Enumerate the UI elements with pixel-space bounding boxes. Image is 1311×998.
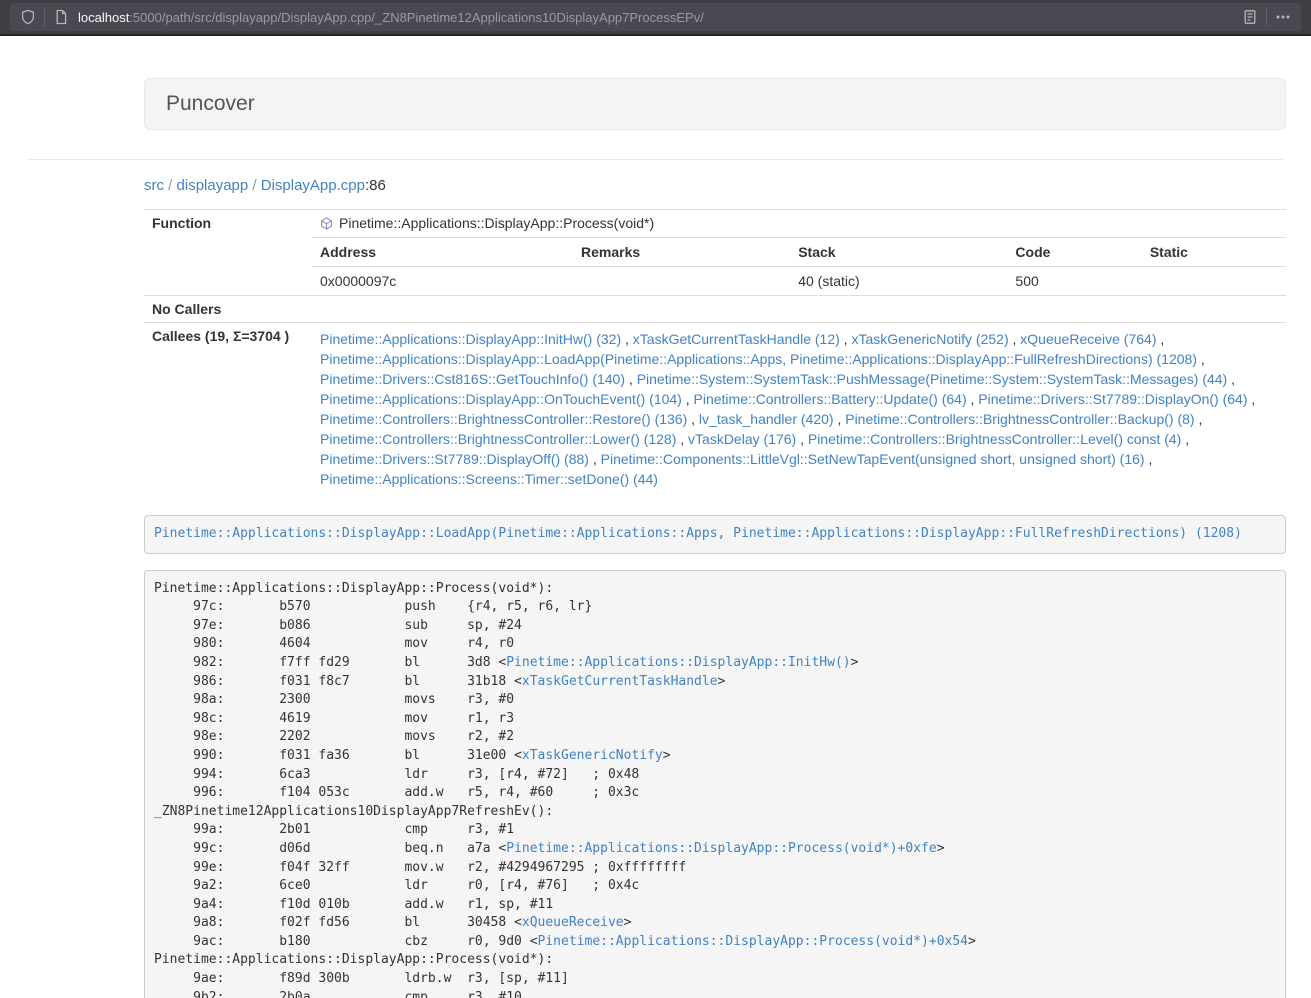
callee-link[interactable]: Pinetime::Controllers::Battery::Update()… — [694, 391, 967, 407]
callee-separator: , — [1195, 411, 1203, 427]
stats-column-header: Static — [1142, 238, 1286, 267]
breadcrumb-link[interactable]: src — [144, 177, 164, 194]
callee-link[interactable]: Pinetime::System::SystemTask::PushMessag… — [637, 371, 1228, 387]
callee-link[interactable]: lv_task_handler (420) — [699, 411, 834, 427]
callee-separator: , — [1248, 391, 1256, 407]
code-symbol-link[interactable]: Pinetime::Applications::DisplayApp::Init… — [506, 655, 850, 670]
code-symbol-link[interactable]: Pinetime::Applications::DisplayApp::Proc… — [538, 934, 968, 949]
callee-separator: , — [796, 431, 808, 447]
loadapp-snippet-link[interactable]: Pinetime::Applications::DisplayApp::Load… — [154, 526, 1242, 541]
stats-value-cell — [573, 267, 790, 296]
function-row-label: Function — [144, 210, 312, 238]
callee-separator: , — [625, 371, 637, 387]
callee-separator: , — [1156, 331, 1164, 347]
function-symbol-name: Pinetime::Applications::DisplayApp::Proc… — [339, 215, 654, 231]
callee-link[interactable]: xQueueReceive (764) — [1020, 331, 1156, 347]
callee-link[interactable]: Pinetime::Applications::Screens::Timer::… — [320, 471, 658, 487]
callee-link[interactable]: Pinetime::Components::LittleVgl::SetNewT… — [601, 451, 1145, 467]
code-symbol-link[interactable]: xTaskGetCurrentTaskHandle — [522, 674, 718, 689]
stats-column-header: Remarks — [573, 238, 790, 267]
function-stats-table: AddressRemarksStackCodeStatic 0x0000097c… — [312, 237, 1286, 295]
callee-separator: , — [687, 411, 699, 427]
callee-separator: , — [834, 411, 846, 427]
breadcrumb-line-number: :86 — [365, 177, 386, 194]
callees-label: Callees (19, Σ=3704 ) — [144, 323, 312, 496]
page-actions-menu-icon[interactable] — [1275, 9, 1291, 25]
callee-link[interactable]: xTaskGetCurrentTaskHandle (12) — [633, 331, 840, 347]
callee-separator: , — [840, 331, 852, 347]
callee-separator: , — [967, 391, 979, 407]
callee-separator: , — [621, 331, 633, 347]
callee-link[interactable]: Pinetime::Drivers::St7789::DisplayOff() … — [320, 451, 589, 467]
callee-separator: , — [1227, 371, 1235, 387]
stats-value-cell: 40 (static) — [790, 267, 1007, 296]
shield-icon[interactable] — [20, 9, 36, 25]
callee-link[interactable]: xTaskGenericNotify (252) — [851, 331, 1008, 347]
callee-link[interactable]: Pinetime::Controllers::BrightnessControl… — [320, 411, 687, 427]
no-callers-label: No Callers — [144, 296, 312, 323]
callee-link[interactable]: Pinetime::Controllers::BrightnessControl… — [808, 431, 1181, 447]
breadcrumb-link[interactable]: displayapp — [177, 177, 249, 194]
app-header: Puncover — [144, 78, 1286, 130]
page-icon[interactable] — [53, 9, 69, 25]
stats-value-cell — [1142, 267, 1286, 296]
disassembly-pre: Pinetime::Applications::DisplayApp::Proc… — [144, 570, 1286, 998]
divider — [44, 8, 45, 26]
code-symbol-link[interactable]: Pinetime::Applications::DisplayApp::Proc… — [506, 841, 936, 856]
loadapp-snippet: Pinetime::Applications::DisplayApp::Load… — [144, 515, 1286, 554]
code-symbol-link[interactable]: xQueueReceive — [522, 915, 624, 930]
url-text[interactable]: localhost:5000/path/src/displayapp/Displ… — [78, 10, 1242, 25]
callee-separator: , — [1009, 331, 1021, 347]
function-table: Function Pinetime::Applications::Display… — [144, 209, 1286, 495]
callee-separator: , — [1145, 451, 1153, 467]
callee-link[interactable]: Pinetime::Drivers::Cst816S::GetTouchInfo… — [320, 371, 625, 387]
stats-column-header: Address — [312, 238, 573, 267]
callee-separator: , — [682, 391, 694, 407]
url-path: :5000/path/src/displayapp/DisplayApp.cpp… — [129, 10, 704, 25]
url-bar[interactable]: localhost:5000/path/src/displayapp/Displ… — [10, 3, 1301, 31]
reader-mode-icon[interactable] — [1242, 9, 1258, 25]
callee-separator: , — [1181, 431, 1189, 447]
breadcrumb: src / displayapp / DisplayApp.cpp:86 — [144, 176, 1286, 196]
callee-link[interactable]: Pinetime::Controllers::BrightnessControl… — [845, 411, 1194, 427]
callee-link[interactable]: Pinetime::Applications::DisplayApp::Load… — [320, 351, 1197, 367]
url-host: localhost — [78, 10, 129, 25]
symbol-cube-icon — [320, 217, 333, 230]
callee-link[interactable]: vTaskDelay (176) — [688, 431, 796, 447]
divider-rule — [28, 159, 1283, 160]
callee-separator: , — [1197, 351, 1205, 367]
stats-column-header: Stack — [790, 238, 1007, 267]
breadcrumb-separator: / — [164, 177, 177, 194]
breadcrumb-link[interactable]: DisplayApp.cpp — [261, 177, 365, 194]
callee-link[interactable]: Pinetime::Applications::DisplayApp::Init… — [320, 331, 621, 347]
stats-column-header: Code — [1007, 238, 1141, 267]
breadcrumb-separator: / — [248, 177, 261, 194]
table-row: Function Pinetime::Applications::Display… — [144, 210, 1286, 238]
table-row: AddressRemarksStackCodeStatic 0x0000097c… — [144, 237, 1286, 296]
callee-link[interactable]: Pinetime::Applications::DisplayApp::OnTo… — [320, 391, 682, 407]
callees-list: Pinetime::Applications::DisplayApp::Init… — [312, 323, 1286, 496]
table-row: No Callers — [144, 296, 1286, 323]
callee-separator: , — [676, 431, 688, 447]
callee-link[interactable]: Pinetime::Drivers::St7789::DisplayOn() (… — [978, 391, 1247, 407]
callee-link[interactable]: Pinetime::Controllers::BrightnessControl… — [320, 431, 676, 447]
stats-value-cell: 500 — [1007, 267, 1141, 296]
stats-value-cell: 0x0000097c — [312, 267, 573, 296]
page-title: Puncover — [166, 92, 255, 116]
callee-separator: , — [589, 451, 601, 467]
table-row: Callees (19, Σ=3704 ) Pinetime::Applicat… — [144, 323, 1286, 496]
divider — [1266, 8, 1267, 26]
browser-toolbar: localhost:5000/path/src/displayapp/Displ… — [0, 0, 1311, 36]
stats-header-row: AddressRemarksStackCodeStatic — [312, 238, 1286, 267]
code-symbol-link[interactable]: xTaskGenericNotify — [522, 748, 663, 763]
stats-value-row: 0x0000097c 40 (static)500 — [312, 267, 1286, 296]
